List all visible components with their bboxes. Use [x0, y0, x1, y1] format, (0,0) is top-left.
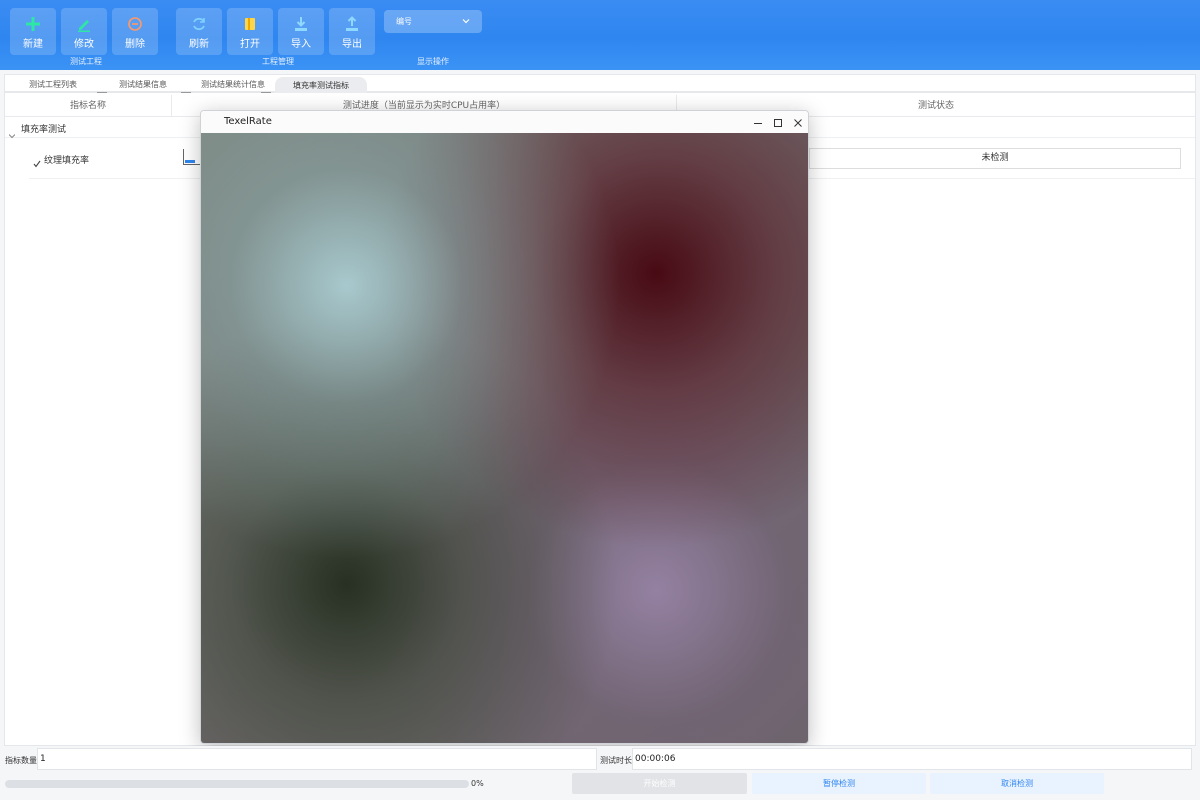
group-label-display: 显示操作	[417, 57, 449, 66]
window-titlebar[interactable]: TexelRate	[201, 111, 808, 133]
ribbon-toolbar: 新建 修改 删除 测试工程 刷新 打开 导入 导出 工程管理 编号 显示操作	[0, 0, 1200, 70]
delete-button[interactable]: 删除	[112, 8, 158, 55]
header-metric-name[interactable]: 指标名称	[5, 95, 172, 117]
group-label-project: 测试工程	[70, 57, 102, 66]
collapse-arrow-icon[interactable]	[8, 124, 16, 143]
tree-group-label: 填充率测试	[21, 125, 67, 135]
open-button-label: 打开	[240, 39, 260, 50]
progress-percent: 0%	[471, 779, 484, 788]
sort-combo-value: 编号	[396, 17, 412, 26]
close-icon[interactable]	[791, 115, 805, 129]
import-button[interactable]: 导入	[278, 8, 324, 55]
export-button[interactable]: 导出	[329, 8, 375, 55]
cancel-test-button[interactable]: 取消检测	[930, 773, 1104, 794]
tab-separator	[261, 92, 271, 93]
window-title: TexelRate	[224, 116, 272, 127]
refresh-button[interactable]: 刷新	[176, 8, 222, 55]
new-button[interactable]: 新建	[10, 8, 56, 55]
pause-test-button[interactable]: 暂停检测	[752, 773, 926, 794]
open-button[interactable]: 打开	[227, 8, 273, 55]
tab-separator	[181, 92, 191, 93]
tab-fill-rate-metrics[interactable]: 填充率测试指标	[275, 77, 367, 93]
duration-field: 00:00:06	[632, 748, 1192, 770]
metric-count-label: 指标数量	[5, 756, 37, 765]
export-button-label: 导出	[342, 39, 362, 50]
start-test-button[interactable]: 开始检测	[572, 773, 747, 794]
import-icon	[292, 15, 310, 33]
export-icon	[343, 15, 361, 33]
tab-project-list[interactable]: 测试工程列表	[29, 79, 77, 90]
chevron-down-icon	[460, 15, 472, 27]
delete-button-label: 删除	[125, 39, 145, 50]
edit-button[interactable]: 修改	[61, 8, 107, 55]
plus-icon	[24, 15, 42, 33]
import-button-label: 导入	[291, 39, 311, 50]
refresh-button-label: 刷新	[189, 39, 209, 50]
texelrate-window[interactable]: TexelRate	[200, 110, 809, 744]
edit-button-label: 修改	[74, 39, 94, 50]
group-label-manage: 工程管理	[262, 57, 294, 66]
metric-count-field: 1	[37, 748, 597, 770]
maximize-icon[interactable]	[771, 115, 785, 129]
status-bar: 指标数量 1 测试时长 00:00:06 0% 开始检测 暂停检测 取消检测	[0, 746, 1200, 800]
overall-progress-bar	[5, 780, 469, 788]
refresh-icon	[190, 15, 208, 33]
duration-label: 测试时长	[600, 756, 632, 765]
new-button-label: 新建	[23, 39, 43, 50]
sort-combo[interactable]: 编号	[384, 10, 482, 33]
tab-result-stats[interactable]: 测试结果统计信息	[201, 79, 265, 90]
pencil-icon	[75, 15, 93, 33]
status-cell: 未检测	[809, 148, 1181, 169]
check-icon	[33, 153, 41, 172]
metric-name-cell: 纹理填充率	[44, 156, 90, 166]
minus-circle-icon	[126, 15, 144, 33]
minimize-icon[interactable]	[751, 115, 765, 129]
open-folder-icon	[241, 15, 259, 33]
tab-result-info[interactable]: 测试结果信息	[119, 79, 167, 90]
render-canvas	[201, 133, 808, 743]
tab-separator	[97, 92, 107, 93]
tab-bar: 测试工程列表 测试结果信息 测试结果统计信息 填充率测试指标	[5, 75, 1195, 93]
